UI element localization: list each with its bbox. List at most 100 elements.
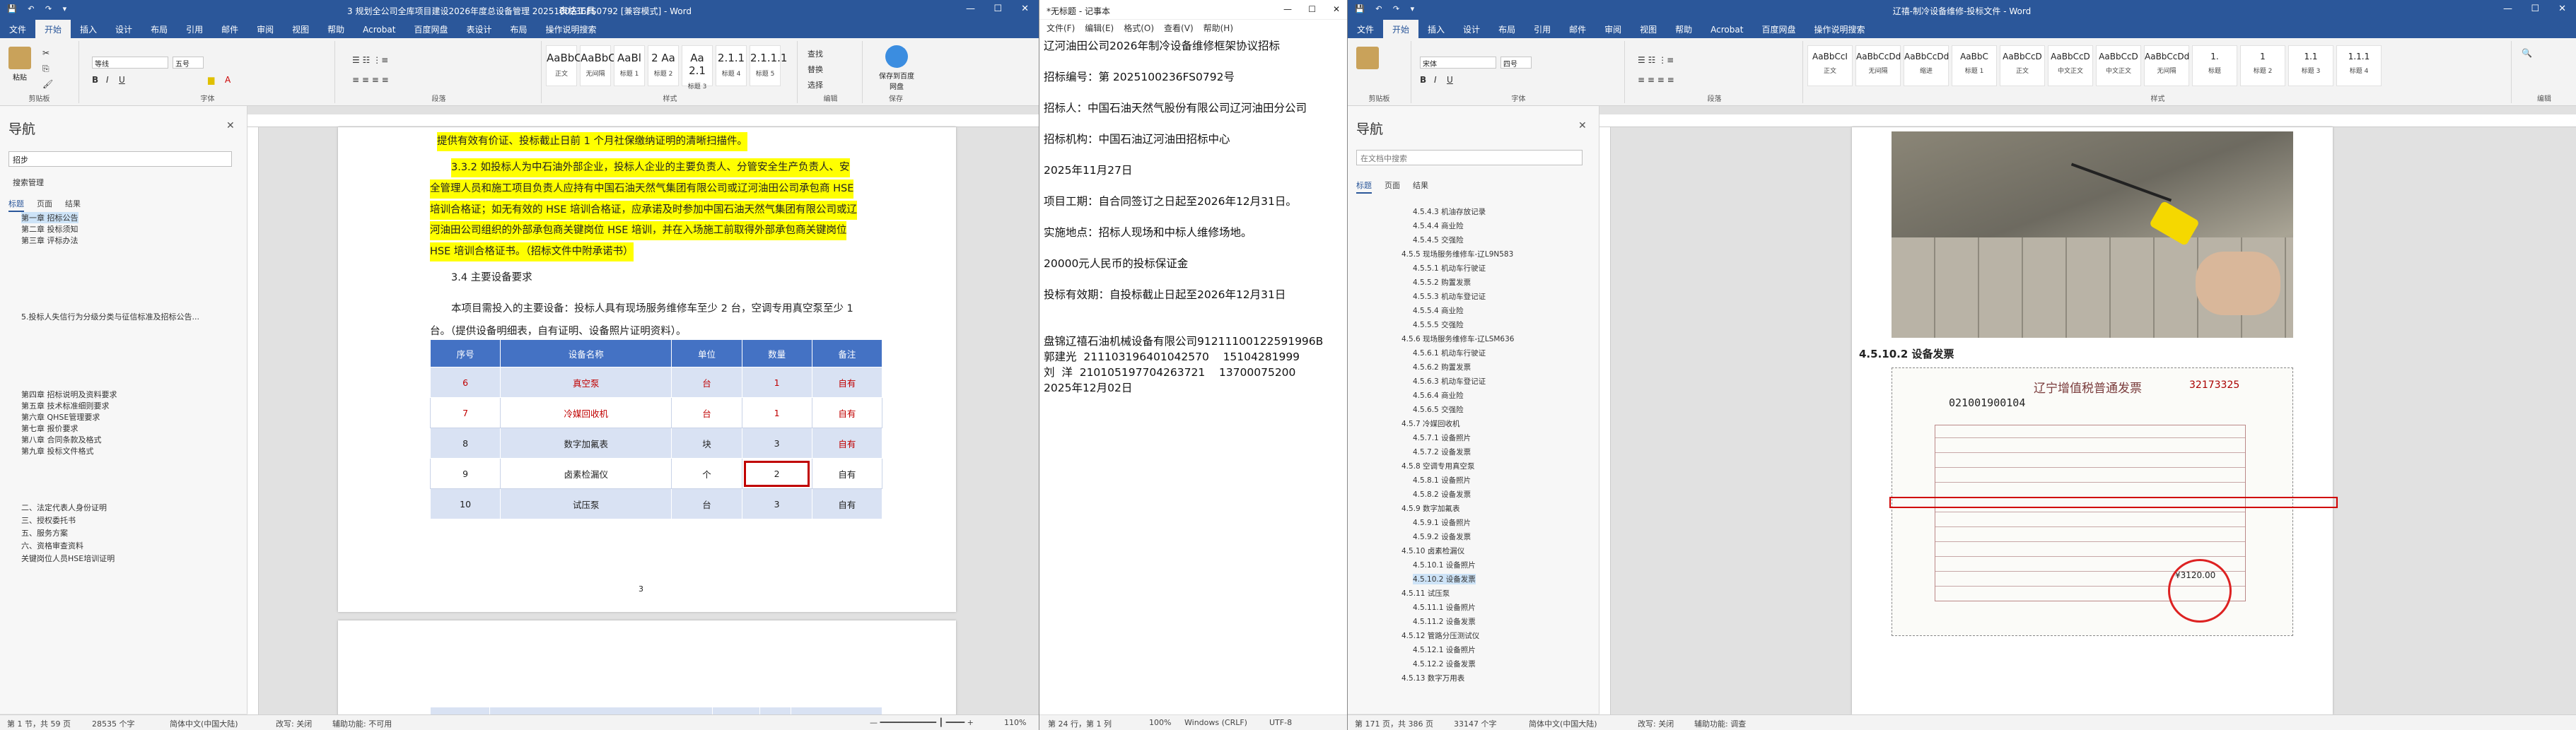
table-cell[interactable]: 自有 [791,707,882,714]
table-cell[interactable]: 数字加氟表 [500,428,672,459]
r-nav-item[interactable]: 4.5.4.3 机油存放记录 [1413,206,1486,217]
table-cell[interactable]: 操作员手册 [489,707,713,714]
style-heading-5[interactable]: 2.1.1.1 标题 5 [750,45,787,86]
right-maximize-icon[interactable]: ☐ [2531,4,2539,14]
table-cell[interactable]: 卤素检漏仪 [500,458,672,489]
r-nav-item[interactable]: 4.5.12 管路分压测试仪 [1401,630,1479,641]
nav-tab-results[interactable]: 结果 [65,199,81,208]
r-bullets-icon[interactable]: ☰ ☷ ⋮≡ [1638,55,1674,65]
close-icon[interactable]: ✕ [1021,4,1029,14]
r-status-words[interactable]: 33147 个字 [1454,718,1497,729]
r-nav-item[interactable]: 4.5.5 现场服务维修车-辽L9N583 [1401,249,1513,259]
r-tab-acrobat[interactable]: Acrobat [1701,21,1752,40]
r-search-icon[interactable]: 🔍 [2522,48,2532,58]
r-nav-item[interactable]: 4.5.5.2 购置发票 [1413,277,1471,288]
nav-item[interactable]: 第三章 评标办法 [21,235,78,246]
nav-item[interactable]: 第二章 投标须知 [21,223,78,235]
tab-baidu[interactable]: 百度网盘 [404,20,457,38]
r-nav-item[interactable]: 4.5.5.4 商业险 [1413,305,1464,316]
status-words[interactable]: 28535 个字 [92,718,135,729]
table-cell[interactable]: 3 [741,428,812,459]
tab-acrobat[interactable]: Acrobat [354,21,404,40]
r-tab-review[interactable]: 审阅 [1595,20,1631,38]
format-painter-icon[interactable]: 🖌 [42,79,53,89]
r-status-access[interactable]: 辅助功能: 调查 [1694,718,1746,729]
tab-review[interactable]: 审阅 [247,20,283,38]
r-style-7[interactable]: AaBbCcDd 无间隔 [2144,45,2189,86]
r-nav-close-icon[interactable]: ✕ [1578,120,1587,131]
table-cell[interactable]: 个 [711,707,760,714]
nav-item[interactable]: 二、法定代表人身份证明 [21,502,107,513]
r-underline-button[interactable]: U [1447,75,1453,85]
tab-mailings[interactable]: 邮件 [212,20,247,38]
r-nav-item[interactable]: 4.5.11.1 设备照片 [1413,602,1476,613]
r-nav-item[interactable]: 4.5.8 空调专用真空泵 [1401,461,1475,471]
nav-item[interactable]: 第七章 报价要求 [21,423,78,434]
r-tab-view[interactable]: 视图 [1631,20,1666,38]
style-normal[interactable]: AaBbCcDd 正文 [546,45,602,86]
nav-item[interactable]: 第一章 招标公告 [21,212,78,223]
table-cell[interactable]: 1 [741,367,812,398]
tab-help[interactable]: 帮助 [318,20,354,38]
select-button[interactable]: 选择 [808,79,823,90]
save-baidu-button[interactable]: 保存到百度网盘 [878,45,915,91]
table-cell[interactable]: 自有 [811,428,883,459]
table-cell[interactable]: 自有 [811,488,883,519]
table-cell[interactable]: 台 [671,397,742,428]
r-italic-button[interactable]: I [1434,75,1437,85]
nav-tab-headings[interactable]: 标题 [8,199,24,212]
nav-close-icon[interactable]: ✕ [226,120,235,131]
nav-tab-pages[interactable]: 页面 [37,199,52,208]
italic-button[interactable]: I [106,75,109,85]
r-style-2[interactable]: AaBbCcDd 缩进 [1904,45,1949,86]
r-style-10[interactable]: 1.1 标题 3 [2288,45,2333,86]
right-close-icon[interactable]: ✕ [2558,4,2566,14]
table-cell[interactable]: 9 [429,458,501,489]
nav-item[interactable]: 第四章 招标说明及资料要求 [21,389,117,400]
notepad-text-area[interactable]: 辽河油田公司2026年制冷设备维修框架协议招标 招标编号：第 2025100236… [1044,38,1344,396]
notepad-minimize-icon[interactable]: — [1283,4,1292,14]
r-nav-item[interactable]: 4.5.6.3 机动车登记证 [1413,376,1486,387]
r-nav-item[interactable]: 4.5.6.4 商业险 [1413,390,1464,401]
style-heading-1[interactable]: AaBl 标题 1 [614,45,645,86]
r-bold-button[interactable]: B [1420,75,1426,85]
r-nav-item[interactable]: 4.5.12.1 设备照片 [1413,644,1476,655]
r-tell-me-search[interactable]: 操作说明搜索 [1805,20,1874,38]
menu-edit[interactable]: 编辑(E) [1085,23,1114,33]
table-cell[interactable]: 自有 [811,367,883,398]
menu-format[interactable]: 格式(O) [1124,23,1154,33]
r-style-8[interactable]: 1. 标题 [2192,45,2237,86]
r-nav-item[interactable]: 4.5.6.2 购置发票 [1413,362,1471,372]
font-name-select[interactable]: 等线 [92,57,168,69]
right-minimize-icon[interactable]: — [2503,4,2512,14]
maximize-icon[interactable]: ☐ [993,4,1002,14]
highlight-icon[interactable]: ▆ [208,75,214,85]
nav-item[interactable]: 三、授权委托书 [21,514,76,526]
tab-layout[interactable]: 布局 [141,20,177,38]
table-cell[interactable]: 1 [741,397,812,428]
table-cell[interactable]: 冷媒回收机 [500,397,672,428]
cut-icon[interactable]: ✂ [42,48,49,58]
r-nav-item[interactable]: 4.5.10.1 设备照片 [1413,560,1476,570]
style-heading-3[interactable]: Aa 2.1 标题 3 [682,45,713,90]
status-mode[interactable]: 改写: 关闭 [276,718,312,729]
r-status-mode[interactable]: 改写: 关闭 [1638,718,1674,729]
r-tab-file[interactable]: 文件 [1348,20,1383,38]
nav-item[interactable]: 五、服务方案 [21,527,68,538]
table-cell[interactable]: 真空泵 [500,367,672,398]
table-cell[interactable]: 台 [671,367,742,398]
tab-view[interactable]: 视图 [283,20,318,38]
r-nav-item[interactable]: 4.5.13 数字万用表 [1401,673,1464,683]
paste-button[interactable]: 粘贴 [4,47,35,82]
status-lang[interactable]: 简体中文(中国大陆) [170,718,238,729]
r-nav-item[interactable]: 4.5.10.2 设备发票 [1413,574,1476,584]
status-zoom[interactable]: 110% [1004,718,1026,727]
r-tab-baidu[interactable]: 百度网盘 [1752,20,1805,38]
underline-button[interactable]: U [119,75,125,85]
style-no-spacing[interactable]: AaBbCcDd 无间隔 [580,45,636,86]
r-nav-item[interactable]: 4.5.5.3 机动车登记证 [1413,291,1486,302]
nav-item[interactable]: 第九章 投标文件格式 [21,445,94,457]
r-tab-home[interactable]: 开始 [1383,20,1419,38]
bold-button[interactable]: B [92,75,98,85]
r-nav-item[interactable]: 4.5.5.1 机动车行驶证 [1413,263,1486,273]
